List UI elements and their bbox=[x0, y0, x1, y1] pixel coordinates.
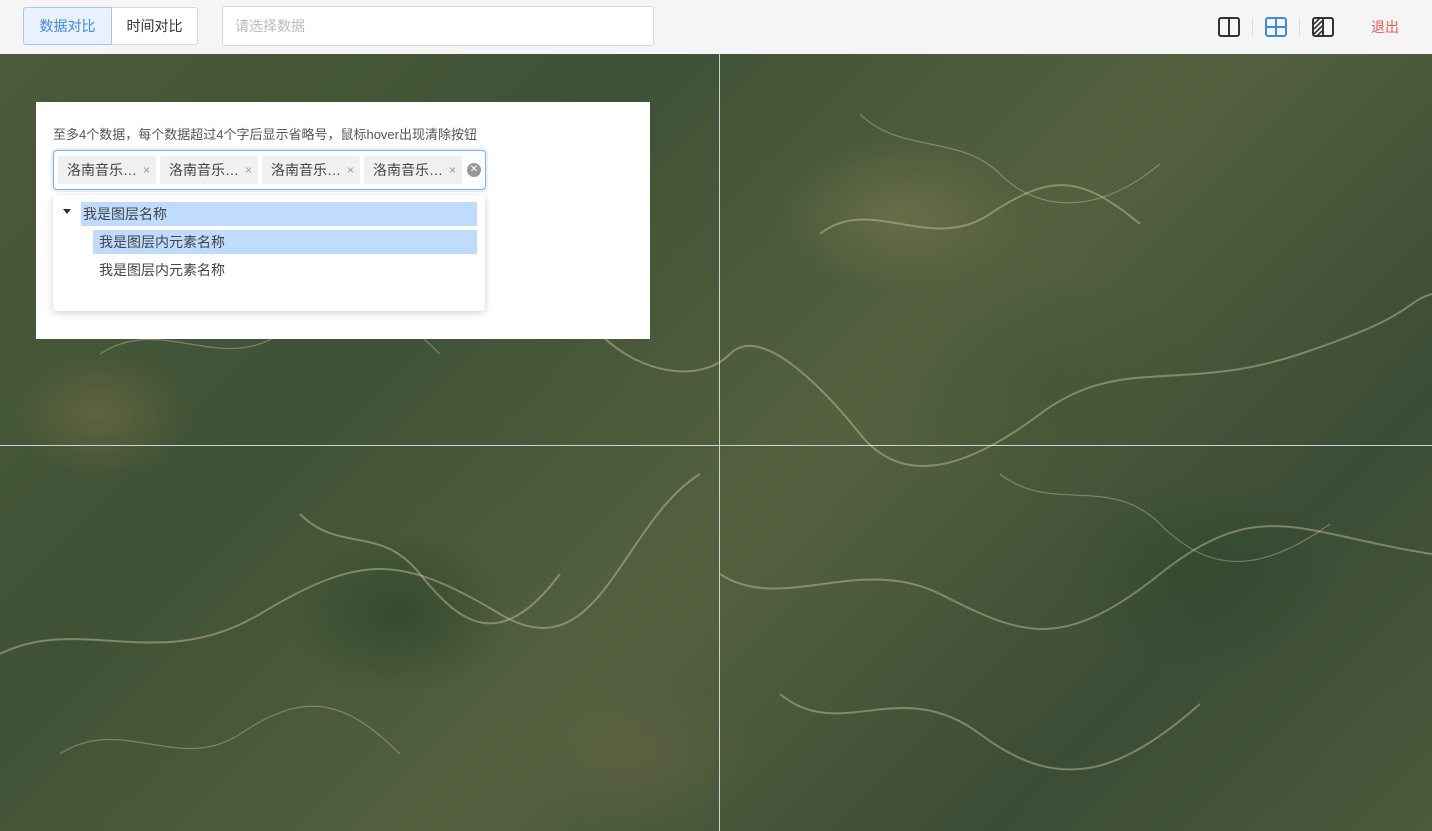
tag-label: 洛南音乐… bbox=[271, 162, 341, 178]
tag-close-icon[interactable]: × bbox=[245, 163, 252, 177]
tree-group-label: 我是图层名称 bbox=[83, 206, 167, 222]
tree-item-row[interactable]: 我是图层内元素名称 bbox=[93, 258, 477, 282]
selected-tag: 洛南音乐… × bbox=[160, 156, 259, 184]
caret-down-icon[interactable] bbox=[63, 209, 71, 214]
clear-circle-icon[interactable]: ✕ bbox=[467, 163, 481, 177]
split-vertical-icon[interactable] bbox=[1210, 12, 1248, 42]
tag-close-icon[interactable]: × bbox=[347, 163, 354, 177]
tag-label: 洛南音乐… bbox=[67, 162, 137, 178]
tag-label: 洛南音乐… bbox=[169, 162, 239, 178]
tree-group-row[interactable]: 我是图层名称 bbox=[81, 202, 477, 226]
tab-time-compare[interactable]: 时间对比 bbox=[112, 7, 198, 45]
icon-divider bbox=[1252, 18, 1253, 36]
data-select-placeholder: 请选择数据 bbox=[235, 18, 305, 34]
selected-tag: 洛南音乐… × bbox=[364, 156, 463, 184]
tag-close-icon[interactable]: × bbox=[143, 163, 150, 177]
tree-dropdown: 我是图层名称 我是图层内元素名称 我是图层内元素名称 bbox=[53, 195, 485, 311]
top-toolbar: 数据对比 时间对比 请选择数据 退出 bbox=[0, 0, 1432, 54]
panel-hint-text: 至多4个数据，每个数据超过4个字后显示省略号，鼠标hover出现清除按钮 bbox=[53, 127, 477, 142]
tree-item-row[interactable]: 我是图层内元素名称 bbox=[93, 230, 477, 254]
icon-divider bbox=[1299, 18, 1300, 36]
data-select-input[interactable]: 请选择数据 bbox=[222, 6, 654, 46]
compare-divider-vertical bbox=[719, 54, 720, 831]
multi-select-tag-input[interactable]: 洛南音乐… × 洛南音乐… × 洛南音乐… × 洛南音乐… × ✕ bbox=[53, 150, 486, 190]
selected-tag: 洛南音乐… × bbox=[58, 156, 157, 184]
tree-item-label: 我是图层内元素名称 bbox=[99, 262, 225, 278]
tab-data-compare[interactable]: 数据对比 bbox=[23, 7, 112, 45]
tag-label: 洛南音乐… bbox=[373, 162, 443, 178]
selected-tag: 洛南音乐… × bbox=[262, 156, 361, 184]
tree-item-label: 我是图层内元素名称 bbox=[99, 234, 225, 250]
swipe-compare-icon[interactable] bbox=[1304, 12, 1342, 42]
exit-button[interactable]: 退出 bbox=[1371, 17, 1399, 37]
grid-four-icon[interactable] bbox=[1257, 12, 1295, 42]
compare-divider-horizontal bbox=[0, 445, 1432, 446]
compare-mode-switch: 数据对比 时间对比 bbox=[23, 7, 198, 45]
layout-switcher bbox=[1210, 12, 1342, 42]
tag-close-icon[interactable]: × bbox=[449, 163, 456, 177]
